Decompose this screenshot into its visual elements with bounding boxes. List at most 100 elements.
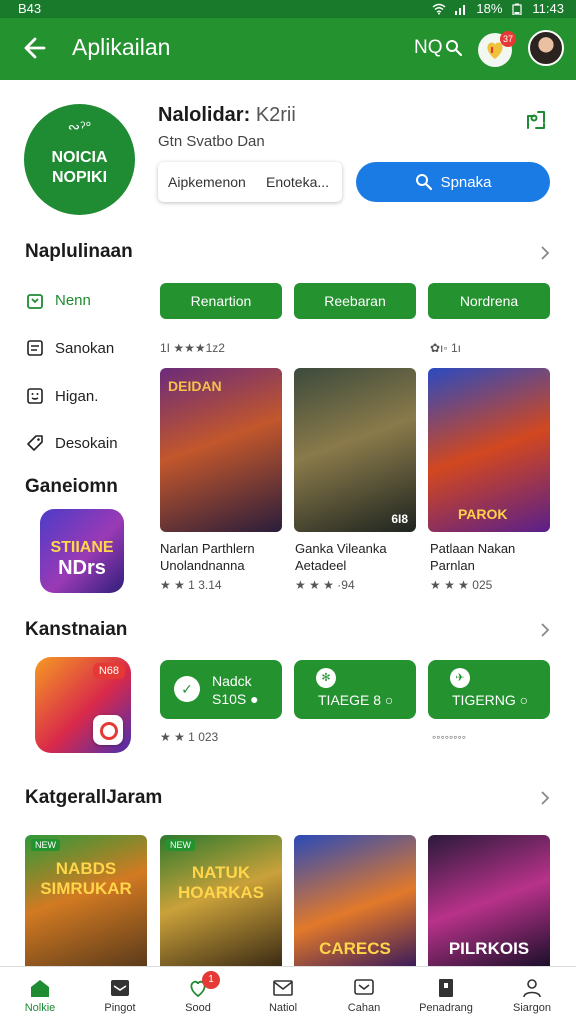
chip-reebaran[interactable]: Reebaran xyxy=(294,283,416,319)
rating-meta: 1I ★★★1z2 xyxy=(160,341,225,355)
search-icon xyxy=(445,40,462,57)
side-item-label: Nenn xyxy=(55,291,91,309)
logo-line-2: NOPIKI xyxy=(51,169,108,186)
chevron-right-icon[interactable] xyxy=(539,791,551,805)
status-time: B43 xyxy=(18,1,42,16)
battery-level: 18% xyxy=(476,1,503,16)
logo-mark: ∾ˀ° xyxy=(67,119,92,136)
nav-label: Natiol xyxy=(268,1002,298,1014)
side-item-higan[interactable]: Higan. xyxy=(25,386,98,406)
category-card-4[interactable]: PILRKOIS xyxy=(428,835,550,967)
app-logo: ∾ˀ° NOICIA NOPIKI xyxy=(24,104,135,215)
game-app-icon[interactable]: STIIANE NDrs xyxy=(40,509,124,593)
promo-button-line2: TIAEGE 8 ○ xyxy=(318,692,394,708)
side-item-label: Sanokan xyxy=(55,339,115,357)
category-tag: NEW xyxy=(166,839,195,851)
bookmark-icon xyxy=(439,979,453,997)
nav-label: Sood xyxy=(185,1002,211,1014)
promo-tag: N68 xyxy=(92,663,125,679)
nav-badge: 1 xyxy=(202,971,220,989)
nav-siargon[interactable]: Siargon xyxy=(496,977,568,1014)
search-button[interactable]: NQ xyxy=(414,37,463,59)
app-bar: Aplikailan NQ 37 xyxy=(0,18,576,80)
nav-label: Pingot xyxy=(104,1002,136,1014)
nav-label: Siargon xyxy=(513,1002,551,1014)
game-card-1[interactable]: DEIDAN xyxy=(160,368,282,532)
wifi-icon xyxy=(432,3,446,14)
page-title: Aplikailan xyxy=(72,34,171,60)
nav-penadrang[interactable]: Penadrang xyxy=(410,977,482,1014)
game-card-2[interactable]: 6I8 xyxy=(294,368,416,532)
promo-meta: ◦◦◦◦◦◦◦◦ xyxy=(432,730,467,744)
side-item-nenn[interactable]: Nenn xyxy=(25,290,91,310)
section-title-4: KatgerallJaram xyxy=(25,787,163,808)
side-item-desokain[interactable]: Desokain xyxy=(25,433,118,453)
category-card-2[interactable]: NEW NATUK HOARKAS xyxy=(160,835,282,967)
avatar[interactable] xyxy=(528,30,564,66)
profile-icon xyxy=(523,979,541,998)
section-title-1: Naplulinaan xyxy=(25,241,133,262)
category-tag: NEW xyxy=(31,839,60,851)
game-icon-line-2: NDrs xyxy=(58,557,106,579)
install-button[interactable]: Spnaka xyxy=(356,162,550,202)
card-overlay-badge: 6I8 xyxy=(391,512,408,526)
chevron-right-icon[interactable] xyxy=(539,623,551,637)
category-title: NATUK HOARKAS xyxy=(178,863,264,902)
side-item-sanokan[interactable]: Sanokan xyxy=(25,338,114,358)
nav-label: Nolkie xyxy=(24,1002,56,1014)
nav-cahan[interactable]: Cahan xyxy=(328,977,400,1014)
promo-button-1[interactable]: ✓ Nadck S10S ● xyxy=(160,660,282,719)
app-name: Nalolidar: K2rii xyxy=(158,104,296,127)
category-card-1[interactable]: NEW NABDS SIMRUKAR xyxy=(25,835,147,967)
status-bar: B43 18% 11:43 xyxy=(0,0,576,18)
inbox-icon xyxy=(111,980,129,996)
category-title: NABDS SIMRUKAR xyxy=(40,859,132,898)
card-overlay-title: DEIDAN xyxy=(168,378,222,394)
card-rating: ★ ★ 1 3.14 xyxy=(160,578,222,592)
category-title: CARECS xyxy=(319,939,391,958)
home-icon xyxy=(31,980,49,997)
camera-icon xyxy=(93,715,123,745)
check-icon: ✓ xyxy=(174,676,200,702)
section-title-3: Kanstnaian xyxy=(25,619,128,640)
section-title-2: Ganeiomn xyxy=(25,476,118,497)
promo-button-line2: TIGERNG ○ xyxy=(452,692,529,708)
status-clock: 11:43 xyxy=(532,1,564,16)
search-icon xyxy=(415,174,432,191)
bottom-navigation: Nolkie Pingot 1 Sood Natiol Cahan Penadr… xyxy=(0,966,576,1024)
bag-icon xyxy=(27,294,43,309)
promo-button-line1: Nadck xyxy=(212,673,252,689)
game-card-3[interactable]: PAROK xyxy=(428,368,550,532)
tag-icon xyxy=(27,435,43,451)
card-overlay-title: PAROK xyxy=(458,506,508,522)
split-left-option[interactable]: Aipkemenon xyxy=(168,174,246,190)
favorites-button[interactable]: 37 xyxy=(478,31,516,67)
split-selector: Aipkemenon Enoteka... xyxy=(158,162,342,202)
promo-app-icon[interactable]: N68 xyxy=(35,657,131,753)
nav-natiol[interactable]: Natiol xyxy=(247,977,319,1014)
promo-button-2[interactable]: ✻ TIAEGE 8 ○ xyxy=(294,660,416,719)
share-icon[interactable] xyxy=(524,108,548,132)
nav-label: Cahan xyxy=(347,1002,381,1014)
nav-label: Penadrang xyxy=(419,1002,473,1014)
category-card-3[interactable]: CARECS xyxy=(294,835,416,967)
plane-icon: ✈ xyxy=(450,668,470,688)
category-title: PILRKOIS xyxy=(448,939,530,958)
nav-sood[interactable]: 1 Sood xyxy=(162,971,234,1014)
promo-button-3[interactable]: ✈ TIGERNG ○ xyxy=(428,660,550,719)
battery-icon xyxy=(512,3,523,15)
chip-renartion[interactable]: Renartion xyxy=(160,283,282,319)
app-name-main: Nalolidar: xyxy=(158,104,251,126)
logo-line-1: NOICIA xyxy=(51,149,108,166)
card-rating: ★ ★ ★ ·94 xyxy=(295,578,355,592)
chip-nordrena[interactable]: Nordrena xyxy=(428,283,550,319)
back-arrow-icon[interactable] xyxy=(22,34,48,62)
nav-home[interactable]: Nolkie xyxy=(4,977,76,1014)
face-icon xyxy=(27,388,43,404)
chevron-right-icon[interactable] xyxy=(539,246,551,260)
nav-pingot[interactable]: Pingot xyxy=(84,977,156,1014)
split-right-option[interactable]: Enoteka... xyxy=(266,174,329,190)
install-label: Spnaka xyxy=(440,173,492,191)
app-name-suffix: K2rii xyxy=(255,104,296,126)
mail-icon xyxy=(273,980,293,996)
